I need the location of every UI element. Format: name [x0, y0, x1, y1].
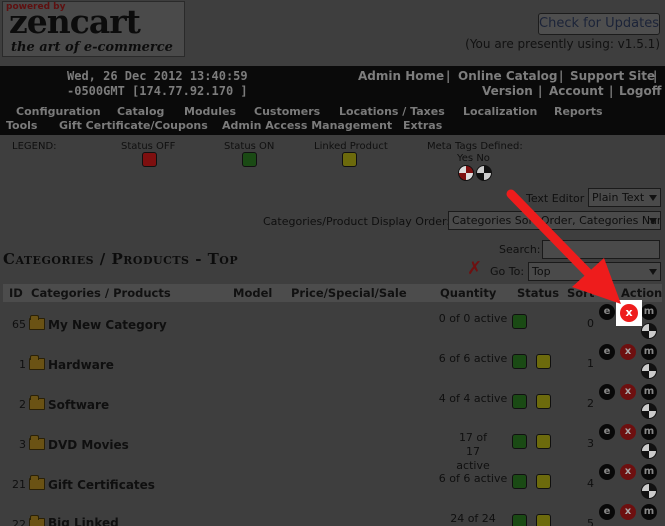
annotation-arrow: [506, 189, 621, 304]
arrow-shaft: [506, 189, 598, 283]
